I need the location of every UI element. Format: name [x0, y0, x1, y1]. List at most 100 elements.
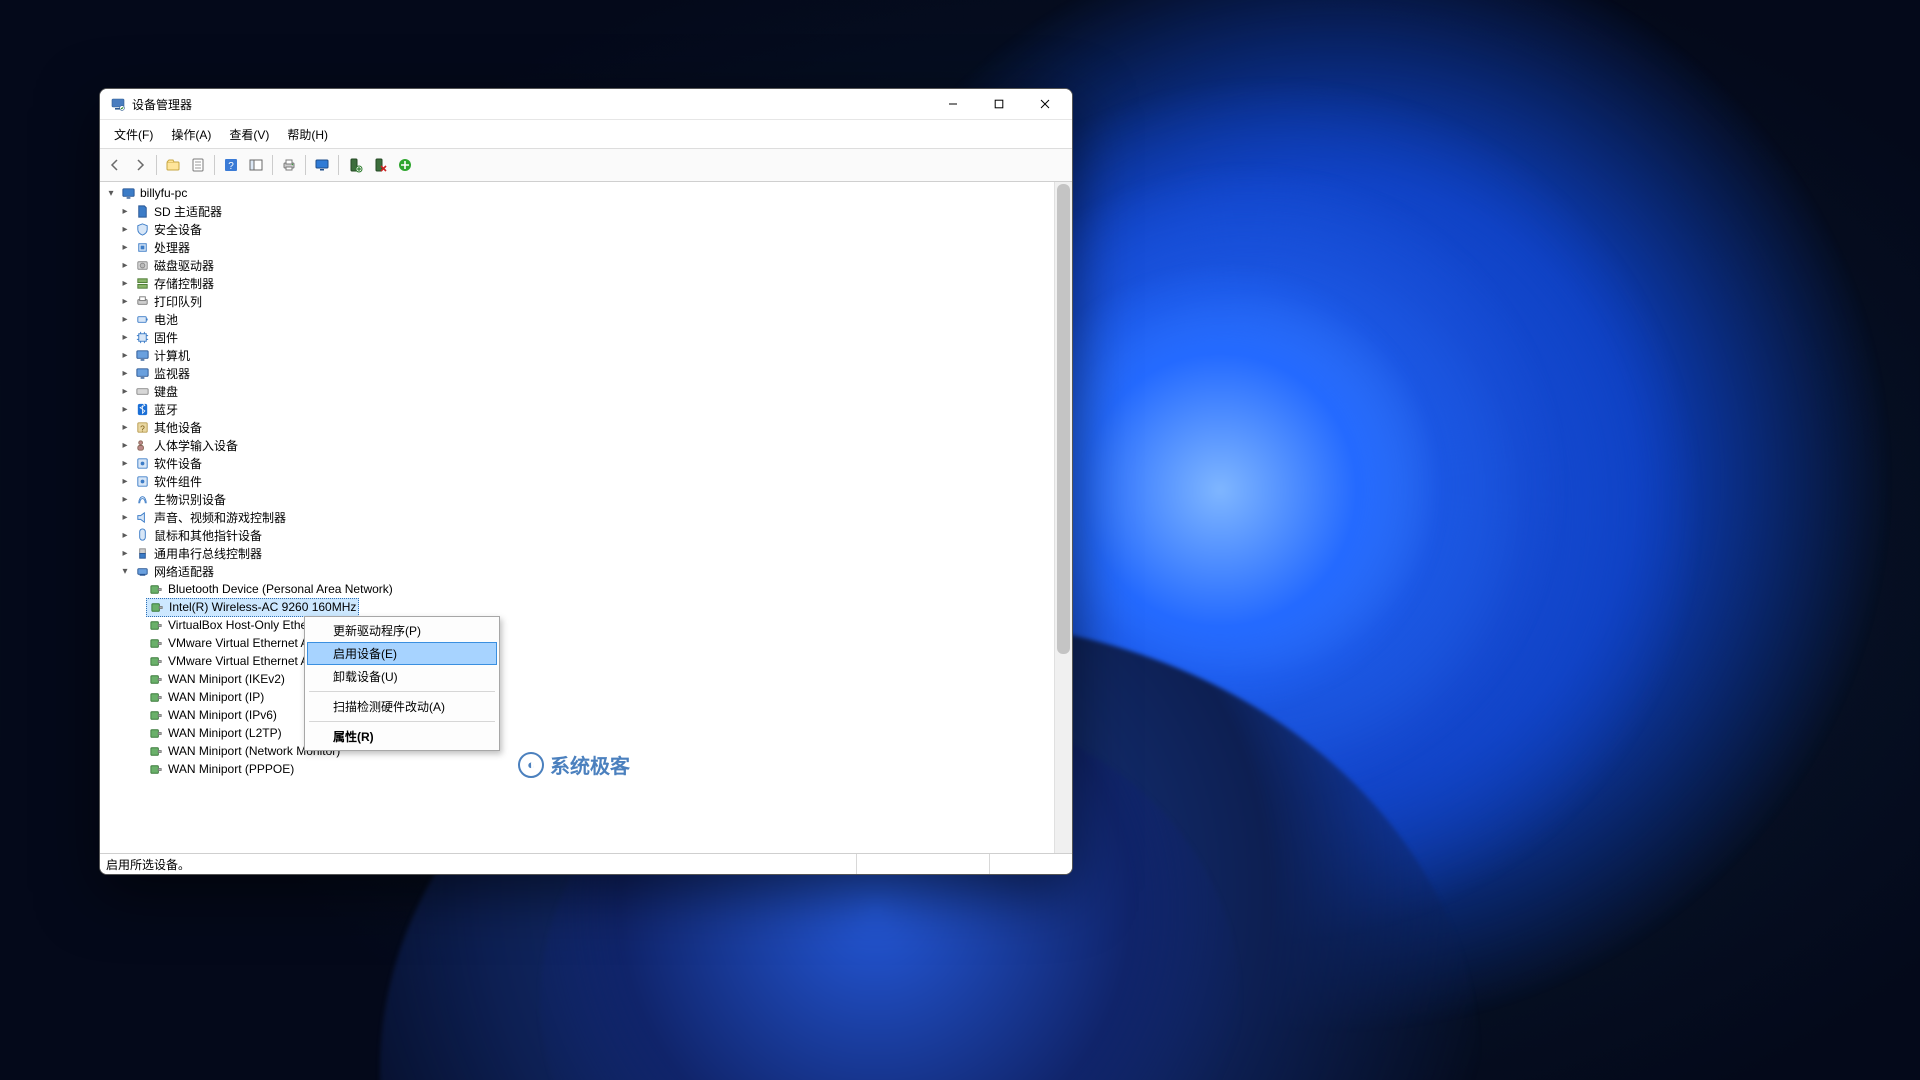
tree-item[interactable]: ▸生物识别设备	[104, 490, 1068, 508]
expander-icon[interactable]: ▸	[118, 368, 132, 379]
expander-icon[interactable]: ▸	[118, 548, 132, 559]
tree-item[interactable]: WAN Miniport (IP)	[104, 688, 1068, 706]
context-menu-item[interactable]: 属性(R)	[307, 725, 497, 748]
menu-separator	[309, 721, 495, 722]
tree-item-label: 蓝牙	[154, 401, 178, 418]
tree-item[interactable]: VMware Virtual Ethernet Adapter for VMne…	[104, 634, 1068, 652]
expander-icon[interactable]: ▸	[118, 512, 132, 523]
pane-icon[interactable]	[245, 154, 267, 176]
shield-icon	[134, 221, 150, 237]
tree-item[interactable]: ▾网络适配器	[104, 562, 1068, 580]
tree-item[interactable]: ▸ 处理器	[104, 238, 1068, 256]
context-menu-item[interactable]: 卸载设备(U)	[307, 665, 497, 688]
folder-up-icon[interactable]	[162, 154, 184, 176]
expander-icon[interactable]: ▾	[118, 566, 132, 577]
keyboard-icon	[134, 383, 150, 399]
tree-item-label: 电池	[154, 311, 178, 328]
menu-file[interactable]: 文件(F)	[106, 125, 161, 144]
nic-icon	[149, 599, 165, 615]
printer-icon	[134, 293, 150, 309]
tree-item[interactable]: ▸ 软件设备	[104, 454, 1068, 472]
tree-item[interactable]: ▸?其他设备	[104, 418, 1068, 436]
refresh-plus-icon[interactable]	[394, 154, 416, 176]
menu-view[interactable]: 查看(V)	[221, 125, 277, 144]
tree-item[interactable]: ▸通用串行总线控制器	[104, 544, 1068, 562]
tree-item[interactable]: ▸存储控制器	[104, 274, 1068, 292]
expander-icon[interactable]: ▸	[118, 296, 132, 307]
tree-item[interactable]: ▾billyfu-pc	[104, 184, 1068, 202]
tree-item-label: 人体学输入设备	[154, 437, 238, 454]
net-icon	[134, 563, 150, 579]
disk-icon	[134, 257, 150, 273]
tree-item-label: 鼠标和其他指针设备	[154, 527, 262, 544]
tree-item[interactable]: VMware Virtual Ethernet Adapter for VMne…	[104, 652, 1068, 670]
nic-icon	[148, 743, 164, 759]
tree-item[interactable]: ▸ 计算机	[104, 346, 1068, 364]
tree-item[interactable]: ▸键盘	[104, 382, 1068, 400]
nic-icon	[148, 671, 164, 687]
tree-item[interactable]: WAN Miniport (IKEv2)	[104, 670, 1068, 688]
expander-icon[interactable]: ▸	[118, 404, 132, 415]
nic-icon	[148, 689, 164, 705]
context-menu-item[interactable]: 更新驱动程序(P)	[307, 619, 497, 642]
expander-icon[interactable]: ▸	[118, 386, 132, 397]
help-icon[interactable]: ?	[220, 154, 242, 176]
tree-item[interactable]: ▸ 人体学输入设备	[104, 436, 1068, 454]
nic-icon	[148, 761, 164, 777]
tree-item-label: 计算机	[154, 347, 190, 364]
tree-item[interactable]: WAN Miniport (IPv6)	[104, 706, 1068, 724]
tree-item-label: 处理器	[154, 239, 190, 256]
context-menu-item[interactable]: 扫描检测硬件改动(A)	[307, 695, 497, 718]
titlebar[interactable]: 设备管理器	[100, 89, 1072, 120]
expander-icon[interactable]: ▸	[118, 494, 132, 505]
audio-icon	[134, 509, 150, 525]
expander-icon[interactable]: ▸	[118, 476, 132, 487]
print-icon[interactable]	[278, 154, 300, 176]
status-bar: 启用所选设备。	[100, 853, 1072, 874]
tree-item[interactable]: ▸ 蓝牙	[104, 400, 1068, 418]
expander-icon[interactable]: ▸	[118, 332, 132, 343]
tree-item[interactable]: ▸打印队列	[104, 292, 1068, 310]
tree-item[interactable]: ▸磁盘驱动器	[104, 256, 1068, 274]
tree-item-label: 软件设备	[154, 455, 202, 472]
nav-back-icon[interactable]	[104, 154, 126, 176]
expander-icon[interactable]: ▸	[118, 530, 132, 541]
expander-icon[interactable]: ▸	[118, 242, 132, 253]
tree-item-selected[interactable]: Intel(R) Wireless-AC 9260 160MHz	[104, 598, 1068, 616]
tree-item[interactable]: ▸SD 主适配器	[104, 202, 1068, 220]
nic-icon	[148, 635, 164, 651]
scrollbar[interactable]	[1054, 182, 1072, 853]
tree-item[interactable]: ▸固件	[104, 328, 1068, 346]
tree-item[interactable]: ▸ 鼠标和其他指针设备	[104, 526, 1068, 544]
tree-item[interactable]: ▸软件组件	[104, 472, 1068, 490]
menu-help[interactable]: 帮助(H)	[279, 125, 336, 144]
expander-icon[interactable]: ▸	[118, 278, 132, 289]
expander-icon[interactable]: ▸	[118, 260, 132, 271]
context-menu-item[interactable]: 启用设备(E)	[307, 642, 497, 665]
tree-item[interactable]: ▸声音、视频和游戏控制器	[104, 508, 1068, 526]
monitor-icon[interactable]	[311, 154, 333, 176]
properties-sheet-icon[interactable]	[187, 154, 209, 176]
expander-icon[interactable]: ▾	[104, 188, 118, 199]
device-add-icon[interactable]	[344, 154, 366, 176]
tree-item[interactable]: ▸ 电池	[104, 310, 1068, 328]
tree-item[interactable]: VirtualBox Host-Only Ethernet Adapter	[104, 616, 1068, 634]
device-remove-icon[interactable]	[369, 154, 391, 176]
tree-item[interactable]: ▸监视器	[104, 364, 1068, 382]
maximize-button[interactable]	[976, 89, 1022, 119]
tree-item[interactable]: Bluetooth Device (Personal Area Network)	[104, 580, 1068, 598]
nav-forward-icon[interactable]	[129, 154, 151, 176]
expander-icon[interactable]: ▸	[118, 422, 132, 433]
expander-icon[interactable]: ▸	[118, 440, 132, 451]
expander-icon[interactable]: ▸	[118, 224, 132, 235]
close-button[interactable]	[1022, 89, 1068, 119]
tree-item[interactable]: ▸安全设备	[104, 220, 1068, 238]
expander-icon[interactable]: ▸	[118, 350, 132, 361]
tree-item[interactable]: WAN Miniport (L2TP)	[104, 724, 1068, 742]
scrollbar-thumb[interactable]	[1057, 184, 1070, 654]
menu-action[interactable]: 操作(A)	[163, 125, 219, 144]
minimize-button[interactable]	[930, 89, 976, 119]
expander-icon[interactable]: ▸	[118, 458, 132, 469]
expander-icon[interactable]: ▸	[118, 206, 132, 217]
expander-icon[interactable]: ▸	[118, 314, 132, 325]
